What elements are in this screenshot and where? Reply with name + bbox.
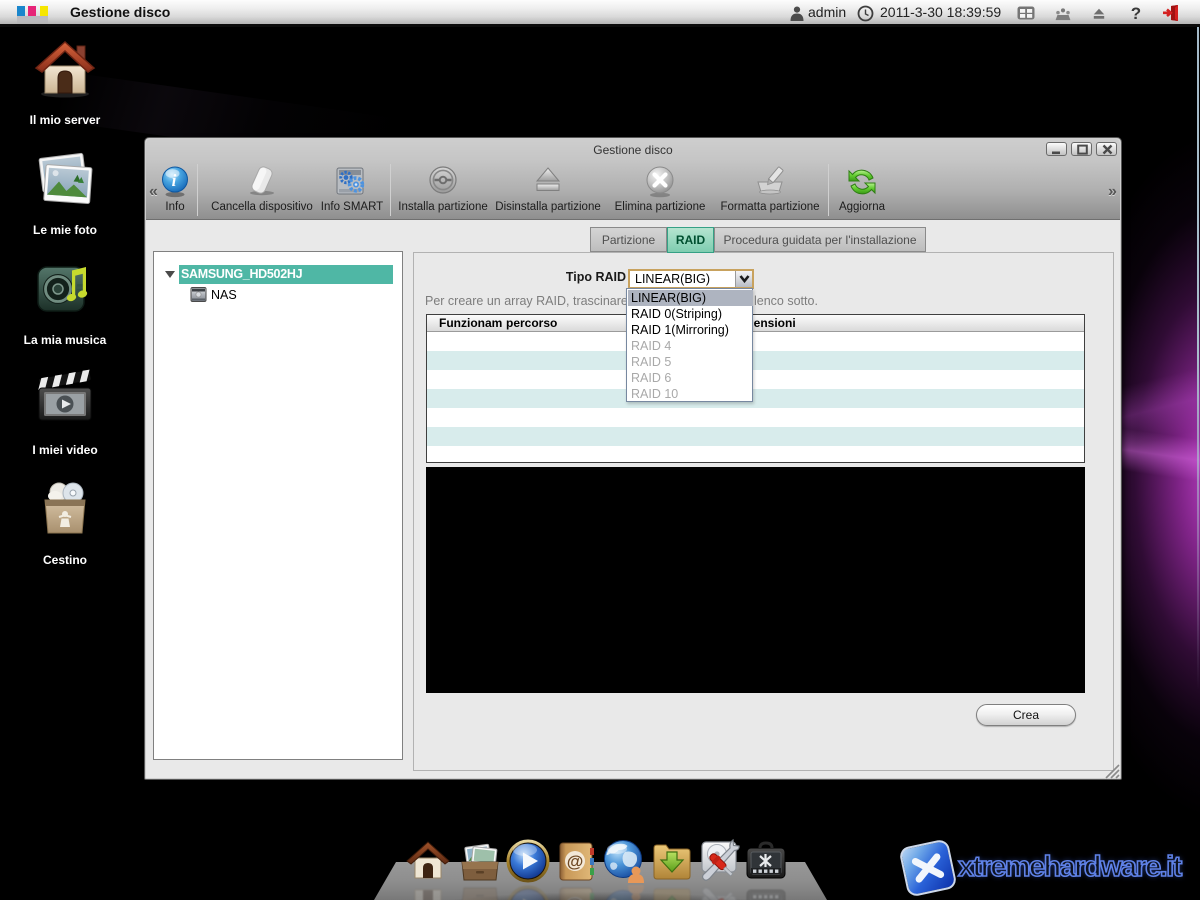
svg-text:I miei video: I miei video — [32, 443, 97, 457]
svg-text:Le mie foto: Le mie foto — [33, 223, 97, 237]
svg-text:i: i — [172, 171, 177, 190]
svg-text:Il mio server: Il mio server — [30, 113, 101, 127]
svg-text:?: ? — [1131, 4, 1141, 23]
svg-text:@: @ — [567, 852, 584, 871]
svg-text:Cestino: Cestino — [43, 553, 87, 567]
svg-text:La mia musica: La mia musica — [24, 333, 107, 347]
